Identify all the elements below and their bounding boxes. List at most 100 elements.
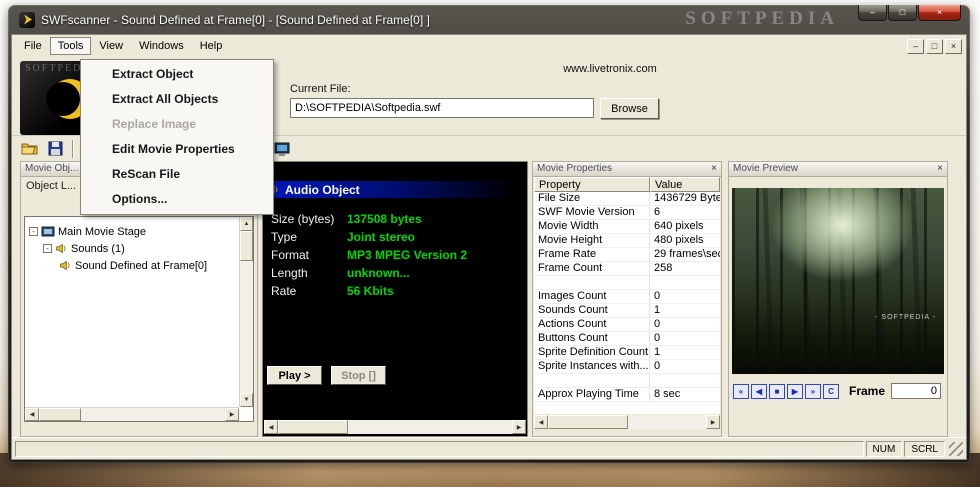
tree-node-stage[interactable]: Main Movie Stage: [29, 223, 251, 240]
menu-item-edit-movie-properties[interactable]: Edit Movie Properties: [82, 137, 272, 162]
menu-help[interactable]: Help: [192, 37, 231, 55]
movie-preview-title: Movie Preview: [733, 163, 799, 174]
audio-prop-label: Type: [271, 230, 298, 244]
panel-close-icon[interactable]: ×: [937, 163, 943, 175]
properties-horizontal-scrollbar[interactable]: [534, 415, 720, 429]
table-row[interactable]: [534, 374, 720, 388]
table-row[interactable]: Frame Rate 29 frames\sec: [534, 248, 720, 262]
speaker-icon: [60, 260, 70, 271]
object-tree: Main Movie Stage Sounds (1) Sound Define…: [24, 216, 254, 422]
scrollbar-thumb[interactable]: [548, 415, 628, 429]
table-row[interactable]: Buttons Count 0: [534, 332, 720, 346]
audio-horizontal-scrollbar[interactable]: [264, 420, 526, 434]
table-row[interactable]: Sprite Definition Count 1: [534, 346, 720, 360]
client-area: File Tools View Windows Help – □ × SOFTP…: [11, 34, 967, 460]
scrollbar-thumb[interactable]: [240, 231, 253, 261]
mdi-minimize-button[interactable]: –: [907, 38, 924, 54]
column-header[interactable]: Value: [650, 177, 720, 192]
maximize-button[interactable]: □: [888, 5, 917, 21]
table-row[interactable]: Sounds Count 1: [534, 304, 720, 318]
audio-prop-value: MP3 MPEG Version 2: [347, 248, 468, 262]
tree-vertical-scrollbar[interactable]: [239, 217, 253, 407]
tree-node-sound-frame0[interactable]: Sound Defined at Frame[0]: [29, 257, 251, 274]
scroll-right-icon[interactable]: [512, 420, 526, 434]
movie-properties-title: Movie Properties: [537, 163, 613, 174]
preview-image: - SOFTPEDIA -: [732, 188, 944, 374]
scroll-left-icon[interactable]: [534, 415, 548, 429]
close-button[interactable]: ×: [918, 5, 961, 21]
menu-file[interactable]: File: [16, 37, 50, 55]
scroll-left-icon[interactable]: [25, 408, 39, 421]
table-row[interactable]: [534, 276, 720, 290]
scroll-right-icon[interactable]: [225, 408, 239, 421]
scrollbar-thumb[interactable]: [278, 420, 348, 434]
scroll-up-icon[interactable]: [240, 217, 253, 231]
column-header[interactable]: Property: [534, 177, 650, 192]
menu-item-options[interactable]: Options...: [82, 187, 272, 212]
scroll-left-icon[interactable]: [264, 420, 278, 434]
stop-button[interactable]: Stop []: [331, 366, 386, 385]
audio-prop-value: 137508 bytes: [347, 212, 422, 226]
menu-windows[interactable]: Windows: [131, 37, 192, 55]
playback-controls: « ◀ ■ ▶ » C Frame: [733, 382, 945, 400]
table-row[interactable]: Images Count 0: [534, 290, 720, 304]
app-icon: [19, 11, 35, 28]
menu-bar: File Tools View Windows Help – □ ×: [12, 35, 966, 57]
menu-item-replace-image: Replace Image: [112, 117, 197, 131]
table-row[interactable]: Sprite Instances with... 0: [534, 360, 720, 374]
menu-view[interactable]: View: [91, 37, 131, 55]
menu-tools[interactable]: Tools: [49, 37, 92, 55]
frame-label: Frame: [849, 384, 886, 398]
title-bar[interactable]: SWFscanner - Sound Defined at Frame[0] -…: [11, 5, 967, 34]
menu-item-extract-all-objects[interactable]: Extract All Objects: [82, 87, 272, 112]
movie-monitor-icon[interactable]: [272, 139, 291, 158]
table-row[interactable]: Approx Playing Time 8 sec: [534, 388, 720, 402]
table-row[interactable]: Movie Height 480 pixels: [534, 234, 720, 248]
prev-frame-button[interactable]: ◀: [751, 383, 767, 399]
table-row[interactable]: Actions Count 0: [534, 318, 720, 332]
tree-node-label: Sounds (1): [71, 242, 125, 255]
audio-object-title: Audio Object: [285, 182, 360, 197]
mdi-restore-button[interactable]: □: [926, 38, 943, 54]
audio-prop-label: Format: [271, 248, 310, 262]
table-row[interactable]: Movie Width 640 pixels: [534, 220, 720, 234]
collapse-icon[interactable]: [29, 227, 38, 236]
menu-item-rescan-file[interactable]: ReScan File: [82, 162, 272, 187]
forward-button[interactable]: »: [805, 383, 821, 399]
frame-input[interactable]: [891, 383, 942, 399]
audio-prop-value: unknown...: [347, 266, 410, 280]
app-window: SWFscanner - Sound Defined at Frame[0] -…: [8, 5, 970, 463]
scroll-down-icon[interactable]: [240, 393, 253, 407]
scroll-right-icon[interactable]: [706, 415, 720, 429]
table-row[interactable]: SWF Movie Version 6: [534, 206, 720, 220]
minimize-button[interactable]: –: [858, 5, 887, 21]
properties-table: Property Value File Size 1436729 Byte SWF…: [534, 177, 720, 414]
tree-node-label: Sound Defined at Frame[0]: [75, 259, 208, 272]
tree-node-sounds[interactable]: Sounds (1): [29, 240, 251, 257]
status-message-area: [15, 440, 864, 457]
current-file-input[interactable]: [290, 98, 594, 118]
website-link[interactable]: www.livetronix.com: [460, 63, 760, 75]
save-icon[interactable]: [46, 139, 65, 158]
tree-horizontal-scrollbar[interactable]: [25, 407, 239, 421]
resize-grip[interactable]: [949, 441, 963, 456]
panel-close-icon[interactable]: ×: [711, 163, 717, 175]
next-frame-button[interactable]: ▶: [787, 383, 803, 399]
collapse-icon[interactable]: [43, 244, 52, 253]
browse-button[interactable]: Browse: [600, 98, 659, 119]
mdi-close-button[interactable]: ×: [945, 38, 962, 54]
tools-dropdown-menu: Extract Object Extract All Objects Repla…: [80, 59, 274, 215]
continuous-play-button[interactable]: C: [823, 383, 839, 399]
open-file-icon[interactable]: [20, 139, 39, 158]
scroll-lock-indicator: SCRL: [904, 440, 945, 457]
current-file-label: Current File:: [290, 83, 351, 95]
play-button[interactable]: Play >: [267, 366, 322, 385]
scrollbar-thumb[interactable]: [39, 408, 81, 421]
rewind-button[interactable]: «: [733, 383, 749, 399]
table-row[interactable]: Frame Count 258: [534, 262, 720, 276]
menu-item-extract-object[interactable]: Extract Object: [82, 62, 272, 87]
stop-playback-button[interactable]: ■: [769, 383, 785, 399]
table-row[interactable]: File Size 1436729 Byte: [534, 192, 720, 206]
preview-watermark: - SOFTPEDIA -: [875, 314, 936, 321]
status-bar: NUM SCRL: [12, 437, 966, 459]
